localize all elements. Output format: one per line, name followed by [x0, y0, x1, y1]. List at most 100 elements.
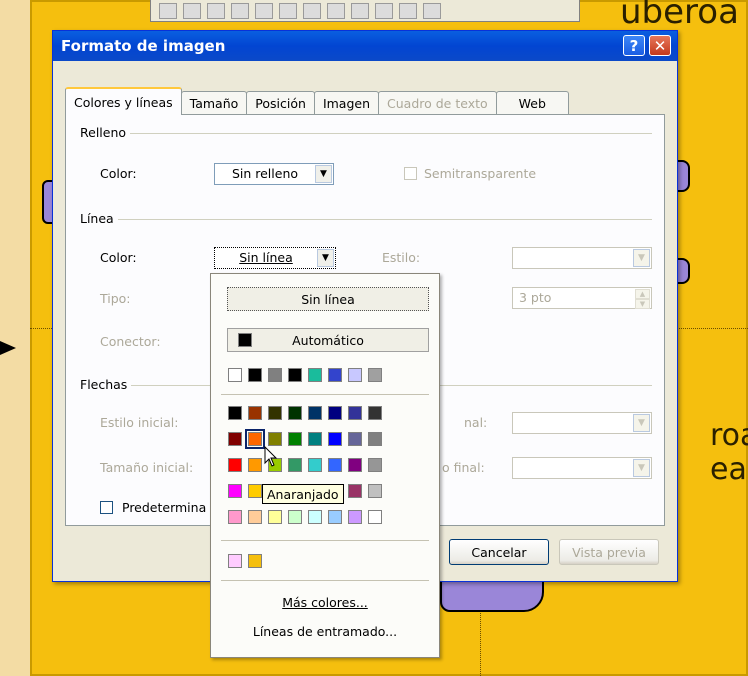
- color-swatch[interactable]: [228, 432, 242, 446]
- color-swatch[interactable]: [245, 429, 265, 449]
- cancel-button[interactable]: Cancelar: [449, 539, 549, 565]
- color-swatch[interactable]: [348, 458, 362, 472]
- color-swatch[interactable]: [248, 484, 262, 498]
- color-swatch[interactable]: [248, 458, 262, 472]
- fill-color-value: Sin relleno: [231, 166, 299, 181]
- mouse-cursor-icon: [264, 446, 278, 467]
- dialog-titlebar[interactable]: Formato de imagen ? ✕: [53, 31, 677, 61]
- color-swatch[interactable]: [368, 510, 382, 524]
- toolbar-button[interactable]: [303, 2, 321, 19]
- background-text: ea: [710, 452, 747, 487]
- group-divider: [80, 133, 652, 134]
- recent-colors-row: [228, 368, 382, 382]
- color-swatch[interactable]: [368, 484, 382, 498]
- automatic-label: Automático: [292, 332, 364, 348]
- no-line-option[interactable]: Sin línea: [227, 287, 429, 311]
- chevron-down-icon[interactable]: ▼: [317, 249, 334, 267]
- color-swatch[interactable]: [288, 458, 302, 472]
- more-colors-label: Más colores...: [282, 595, 368, 610]
- line-color-label: Color:: [100, 250, 137, 265]
- color-swatch[interactable]: [308, 406, 322, 420]
- color-swatch[interactable]: [288, 510, 302, 524]
- color-swatch[interactable]: [348, 406, 362, 420]
- toolbar-button[interactable]: [255, 2, 273, 19]
- line-style-combo: ▼: [512, 247, 652, 269]
- help-button[interactable]: ?: [623, 35, 645, 56]
- color-swatch[interactable]: [268, 510, 282, 524]
- color-tooltip: Anaranjado: [262, 484, 344, 504]
- color-swatch[interactable]: [328, 368, 342, 382]
- toolbar-button[interactable]: [327, 2, 345, 19]
- spinner-buttons: ▲ ▼: [635, 289, 650, 309]
- color-swatch[interactable]: [328, 458, 342, 472]
- patterned-lines-option[interactable]: Líneas de entramado...: [211, 624, 439, 639]
- tab-web[interactable]: Web: [495, 91, 569, 115]
- start-size-label: Tamaño inicial:: [100, 460, 194, 475]
- automatic-option[interactable]: Automático: [227, 328, 429, 352]
- line-color-combo[interactable]: Sin línea ▼: [214, 247, 336, 269]
- color-swatch[interactable]: [248, 406, 262, 420]
- color-swatch[interactable]: [268, 406, 282, 420]
- end-style-combo: ▼: [512, 412, 652, 434]
- color-swatch[interactable]: [228, 510, 242, 524]
- close-button[interactable]: ✕: [649, 35, 671, 56]
- line-style-label: Estilo:: [382, 250, 421, 265]
- custom-color-swatch[interactable]: [248, 554, 262, 568]
- color-swatch[interactable]: [308, 458, 322, 472]
- default-checkbox[interactable]: [100, 501, 113, 514]
- toolbar-button[interactable]: [351, 2, 369, 19]
- color-swatch[interactable]: [368, 368, 382, 382]
- line-color-dropdown: Sin línea Automático Más colores... Líne…: [210, 273, 440, 658]
- color-swatch[interactable]: [288, 406, 302, 420]
- toolbar-button[interactable]: [183, 2, 201, 19]
- toolbar-button[interactable]: [399, 2, 417, 19]
- toolbar-button[interactable]: [207, 2, 225, 19]
- color-swatch[interactable]: [228, 406, 242, 420]
- toolbar-button[interactable]: [423, 2, 441, 19]
- custom-color-swatch[interactable]: [228, 554, 242, 568]
- color-swatch[interactable]: [288, 432, 302, 446]
- color-swatch[interactable]: [308, 510, 322, 524]
- fill-color-combo[interactable]: Sin relleno ▼: [214, 163, 334, 185]
- end-size-label: o final:: [442, 460, 485, 475]
- toolbar-button[interactable]: [159, 2, 177, 19]
- toolbar-button[interactable]: [231, 2, 249, 19]
- palette-row: [228, 429, 382, 449]
- chevron-down-icon[interactable]: ▼: [315, 165, 332, 183]
- color-swatch[interactable]: [228, 484, 242, 498]
- color-swatch[interactable]: [328, 432, 342, 446]
- color-swatch[interactable]: [228, 368, 242, 382]
- color-swatch[interactable]: [368, 458, 382, 472]
- line-color-value: Sin línea: [239, 250, 293, 265]
- color-swatch[interactable]: [248, 510, 262, 524]
- palette-row: [228, 510, 382, 524]
- toolbar-button[interactable]: [279, 2, 297, 19]
- tab-picture[interactable]: Imagen: [313, 91, 380, 115]
- color-swatch[interactable]: [248, 368, 262, 382]
- color-swatch[interactable]: [368, 432, 382, 446]
- background-text: uberoa: [620, 0, 739, 32]
- color-swatch[interactable]: [348, 432, 362, 446]
- end-style-label: nal:: [464, 415, 488, 430]
- color-swatch[interactable]: [268, 368, 282, 382]
- color-swatch[interactable]: [348, 484, 362, 498]
- color-swatch[interactable]: [228, 458, 242, 472]
- more-colors-option[interactable]: Más colores...: [211, 595, 439, 610]
- chevron-down-icon: ▼: [633, 459, 650, 477]
- connector-label: Conector:: [100, 334, 161, 349]
- color-swatch[interactable]: [368, 406, 382, 420]
- color-swatch[interactable]: [268, 432, 282, 446]
- tab-position[interactable]: Posición: [246, 91, 315, 115]
- toolbar-button[interactable]: [375, 2, 393, 19]
- color-swatch[interactable]: [348, 368, 362, 382]
- color-swatch[interactable]: [308, 432, 322, 446]
- group-divider: [80, 219, 652, 220]
- tab-text-box: Cuadro de texto: [378, 91, 497, 115]
- color-swatch[interactable]: [328, 406, 342, 420]
- color-swatch[interactable]: [328, 510, 342, 524]
- color-swatch[interactable]: [288, 368, 302, 382]
- color-swatch[interactable]: [348, 510, 362, 524]
- color-swatch[interactable]: [308, 368, 322, 382]
- tab-size[interactable]: Tamaño: [180, 91, 248, 115]
- tab-colors-lines[interactable]: Colores y líneas: [65, 87, 182, 115]
